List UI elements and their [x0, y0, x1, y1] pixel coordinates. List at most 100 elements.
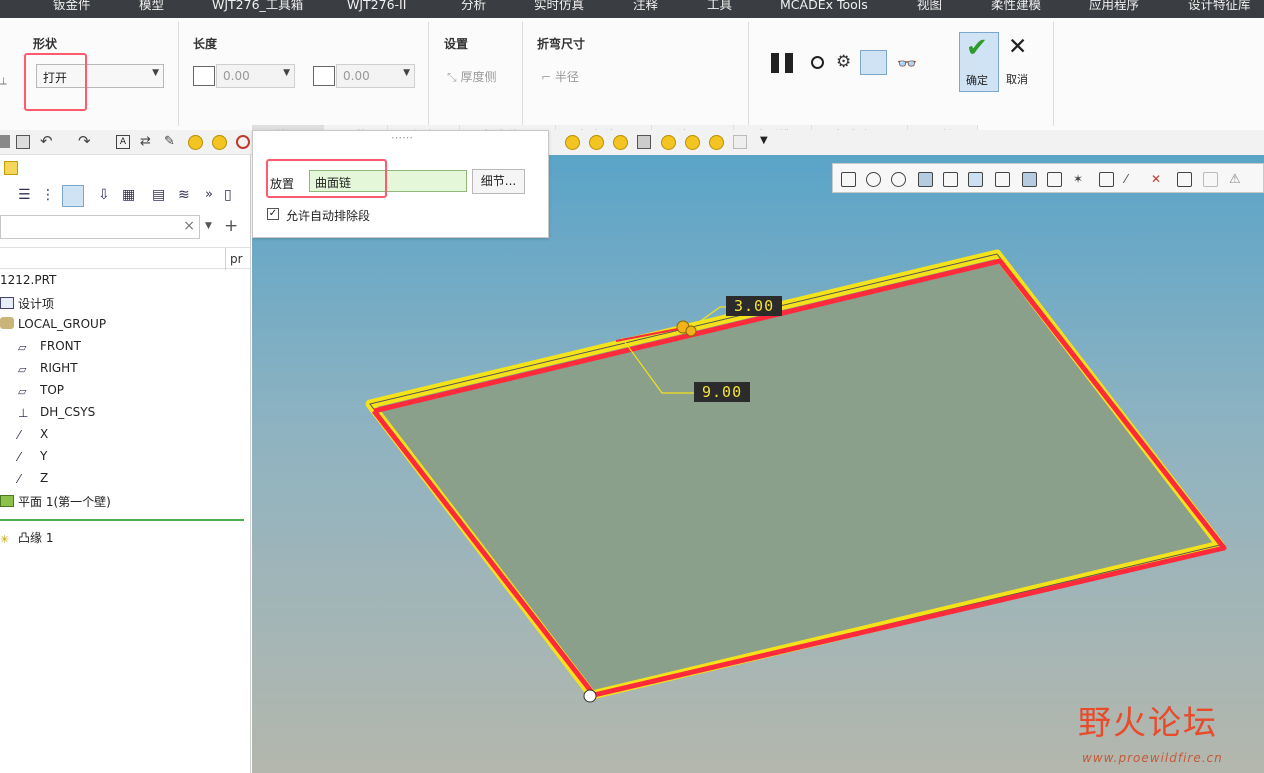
- saved-views-icon[interactable]: [968, 172, 983, 187]
- tree-item-local-group[interactable]: LOCAL_GROUP: [0, 317, 106, 337]
- tree-layers-icon[interactable]: ▤: [152, 187, 165, 203]
- thickness-side-button[interactable]: ⤡ 厚度侧: [447, 68, 496, 85]
- tree-item-design-items[interactable]: 设计项: [0, 295, 54, 315]
- tree-item-csys[interactable]: ⊥ DH_CSYS: [18, 405, 95, 425]
- tree-stack-icon[interactable]: ≋: [178, 187, 190, 203]
- tab-annotate[interactable]: 注释: [633, 0, 658, 16]
- smiley-icon[interactable]: [613, 135, 628, 150]
- tree-more-icon[interactable]: »: [205, 187, 213, 202]
- overflow-chevron-icon[interactable]: ▼: [760, 135, 768, 146]
- section-icon[interactable]: [1047, 172, 1062, 187]
- details-button[interactable]: 细节...: [472, 169, 525, 194]
- tree-filter-icon[interactable]: [62, 185, 84, 207]
- warning-display-icon[interactable]: ⚠: [1229, 172, 1244, 187]
- tab-wjt-toolbox[interactable]: WJT276_工具箱: [212, 0, 303, 16]
- tree-item-x[interactable]: ⁄ X: [18, 427, 48, 447]
- length-value-dropdown-1[interactable]: 0.00 ▼: [216, 64, 295, 88]
- radius-button[interactable]: ⌐ 半径: [541, 68, 579, 85]
- tab-model[interactable]: 模型: [139, 0, 164, 16]
- tree-list-icon[interactable]: ☰: [18, 187, 31, 203]
- smiley-icon[interactable]: [685, 135, 700, 150]
- point-display-icon[interactable]: ✕: [1151, 172, 1166, 187]
- tree-item-y[interactable]: ⁄ Y: [18, 449, 47, 469]
- smiley-icon[interactable]: [188, 135, 203, 150]
- pause-icon[interactable]: [771, 53, 795, 73]
- search-clear-icon[interactable]: ×: [183, 218, 195, 234]
- add-icon[interactable]: +: [224, 216, 238, 236]
- regenerate-icon[interactable]: ⇄: [140, 134, 151, 149]
- chevron-down-icon[interactable]: ▼: [205, 221, 212, 231]
- tab-wjt-ii[interactable]: WJT276-II: [347, 0, 406, 16]
- no-preview-icon[interactable]: [811, 56, 824, 69]
- tree-settings-icon[interactable]: ▦: [122, 187, 135, 203]
- tab-mcadex-tools[interactable]: MCADEx Tools: [780, 0, 868, 16]
- tab-view[interactable]: 视图: [917, 0, 942, 16]
- shape-group-title: 形状: [33, 37, 58, 51]
- refit-icon[interactable]: [841, 172, 856, 187]
- annotation-icon[interactable]: A: [116, 135, 130, 149]
- disabled-tool-icon[interactable]: [733, 135, 747, 149]
- tree-sort-icon[interactable]: ⇩: [98, 187, 110, 203]
- tree-item-label: Z: [40, 471, 49, 485]
- smiley-icon[interactable]: [212, 135, 227, 150]
- repaint-icon[interactable]: [918, 172, 933, 187]
- plane-display-icon[interactable]: [1099, 172, 1114, 187]
- camera-icon[interactable]: [995, 172, 1010, 187]
- tab-tools[interactable]: 工具: [707, 0, 732, 16]
- tree-item-right[interactable]: ▱ RIGHT: [18, 361, 78, 381]
- edit-icon[interactable]: ✎: [164, 134, 175, 149]
- cancel-button[interactable]: ✕ 取消: [1004, 32, 1036, 92]
- smiley-icon[interactable]: [709, 135, 724, 150]
- tree-item-part[interactable]: 1212.PRT: [0, 273, 56, 293]
- tree-item-label: FRONT: [40, 339, 81, 353]
- axis-display-icon[interactable]: ⁄: [1125, 172, 1140, 187]
- tree-item-z[interactable]: ⁄ Z: [18, 471, 48, 491]
- smiley-icon[interactable]: [589, 135, 604, 150]
- tree-item-flange[interactable]: ✳ 凸缘 1: [0, 529, 53, 549]
- tree-item-planar-wall[interactable]: 平面 1(第一个壁): [0, 493, 111, 513]
- length-value-dropdown-2[interactable]: 0.00 ▼: [336, 64, 415, 88]
- tree-item-label: 1212.PRT: [0, 273, 57, 287]
- length-type-icon-2[interactable]: [313, 66, 335, 86]
- panel-grip[interactable]: ⋯⋯: [391, 131, 413, 144]
- collapsed-arrow-icon[interactable]: ⟂: [0, 76, 7, 87]
- annotation-display-icon[interactable]: [1203, 172, 1218, 187]
- start-point-handle[interactable]: [583, 689, 597, 703]
- graphics-window[interactable]: 3.00 9.00 野火论坛 www.proewildfire.cn: [252, 155, 1264, 773]
- tree-search-box[interactable]: ×: [0, 215, 200, 239]
- display-style-icon[interactable]: [943, 172, 958, 187]
- tab-sheetmetal[interactable]: 钣金件: [53, 0, 91, 16]
- drag-handle[interactable]: [685, 325, 697, 337]
- csys-display-icon[interactable]: [1177, 172, 1192, 187]
- tab-analysis[interactable]: 分析: [461, 0, 486, 16]
- undo-icon[interactable]: ↶: [40, 132, 53, 150]
- verify-icon[interactable]: ⚙: [836, 52, 851, 72]
- target-icon[interactable]: [236, 135, 250, 149]
- open-icon[interactable]: [0, 135, 10, 148]
- smiley-icon[interactable]: [565, 135, 580, 150]
- tree-item-top[interactable]: ▱ TOP: [18, 383, 64, 403]
- tree-doc-icon[interactable]: ▯: [224, 187, 232, 203]
- tab-simulation[interactable]: 实时仿真: [534, 0, 584, 16]
- auto-exclude-checkbox[interactable]: ✓: [267, 208, 279, 220]
- tree-item-front[interactable]: ▱ FRONT: [18, 339, 81, 359]
- dimension-length[interactable]: 3.00: [726, 296, 783, 316]
- geometry-preview-icon[interactable]: [860, 50, 887, 75]
- dimension-height[interactable]: 9.00: [694, 382, 751, 402]
- save-icon[interactable]: [16, 135, 30, 149]
- length-type-icon[interactable]: [193, 66, 215, 86]
- tab-applications[interactable]: 应用程序: [1089, 0, 1139, 16]
- tab-flexible-modeling[interactable]: 柔性建模: [991, 0, 1041, 16]
- tool-icon[interactable]: [637, 135, 651, 149]
- ok-button[interactable]: ✔ 确定: [959, 32, 999, 92]
- glasses-icon[interactable]: 👓: [897, 54, 917, 73]
- zoom-in-icon[interactable]: [866, 172, 881, 187]
- datum-display-icon[interactable]: ✶: [1073, 172, 1088, 187]
- tab-design-features[interactable]: 设计特征库: [1188, 0, 1251, 16]
- perspective-icon[interactable]: [1022, 172, 1037, 187]
- redo-icon[interactable]: ↷: [78, 132, 91, 150]
- tree-columns-icon[interactable]: ⋮: [41, 187, 55, 203]
- smiley-icon[interactable]: [661, 135, 676, 150]
- zoom-out-icon[interactable]: [891, 172, 906, 187]
- thickness-side-label: 厚度侧: [460, 70, 497, 84]
